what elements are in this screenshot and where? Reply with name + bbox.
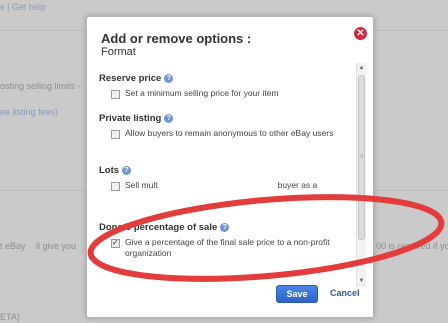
option-title: Donate percentage of sale xyxy=(99,222,218,233)
option-label: Give a percentage of the final sale pric… xyxy=(125,237,330,258)
options-dialog: Add or remove options : Format ✕ Reserve… xyxy=(86,16,374,318)
help-icon[interactable]: ? xyxy=(164,114,174,123)
option-label-start: Sell mult xyxy=(125,180,158,190)
option-title: Private listing xyxy=(99,113,162,124)
close-icon[interactable]: ✕ xyxy=(354,27,367,40)
lots-checkbox[interactable] xyxy=(111,182,120,191)
private-listing-checkbox[interactable] xyxy=(111,130,120,139)
grip-icon: ≡ xyxy=(360,154,364,160)
option-donate-percentage: Donate percentage of sale ? Give a perce… xyxy=(99,222,352,259)
top-links[interactable]: s | Get help xyxy=(0,2,46,12)
option-label: Set a minimum selling price for your ite… xyxy=(125,88,279,98)
option-title: Lots xyxy=(99,165,120,176)
scroll-thumb[interactable]: ≡ xyxy=(358,75,365,240)
listing-fees-link[interactable]: ee listing fees) xyxy=(0,107,58,117)
required-text: 00 is required if you xyxy=(376,241,448,251)
options-list: Reserve price ? Set a minimum selling pr… xyxy=(99,73,352,283)
options-scrollbar[interactable]: ▲ ≡ ▼ xyxy=(356,63,366,287)
cancel-link[interactable]: Cancel xyxy=(330,285,360,301)
scroll-up-icon[interactable]: ▲ xyxy=(357,64,366,73)
help-icon[interactable]: ? xyxy=(164,74,174,83)
option-lots: Lots ? Sell mult buyer as a xyxy=(99,165,352,191)
save-button[interactable]: Save xyxy=(276,285,318,303)
option-reserve-price: Reserve price ? Set a minimum selling pr… xyxy=(99,73,352,99)
help-icon[interactable]: ? xyxy=(122,166,132,175)
option-title: Reserve price xyxy=(99,73,162,84)
beta-text: ETA) xyxy=(0,312,20,322)
ebay-text: t eBay xyxy=(0,241,26,251)
selling-limits-text: osting selling limits - xyxy=(0,81,81,91)
reserve-price-checkbox[interactable] xyxy=(111,90,120,99)
donate-percentage-checkbox[interactable] xyxy=(111,237,120,248)
dialog-subtitle: Format xyxy=(101,46,136,58)
option-private-listing: Private listing ? Allow buyers to remain… xyxy=(99,113,352,139)
give-you-text: ll give you xyxy=(36,241,77,251)
dialog-title: Add or remove options : xyxy=(101,31,252,46)
help-icon[interactable]: ? xyxy=(220,223,230,232)
option-label-end: buyer as a xyxy=(277,180,318,190)
option-label: Allow buyers to remain anonymous to othe… xyxy=(125,128,334,138)
